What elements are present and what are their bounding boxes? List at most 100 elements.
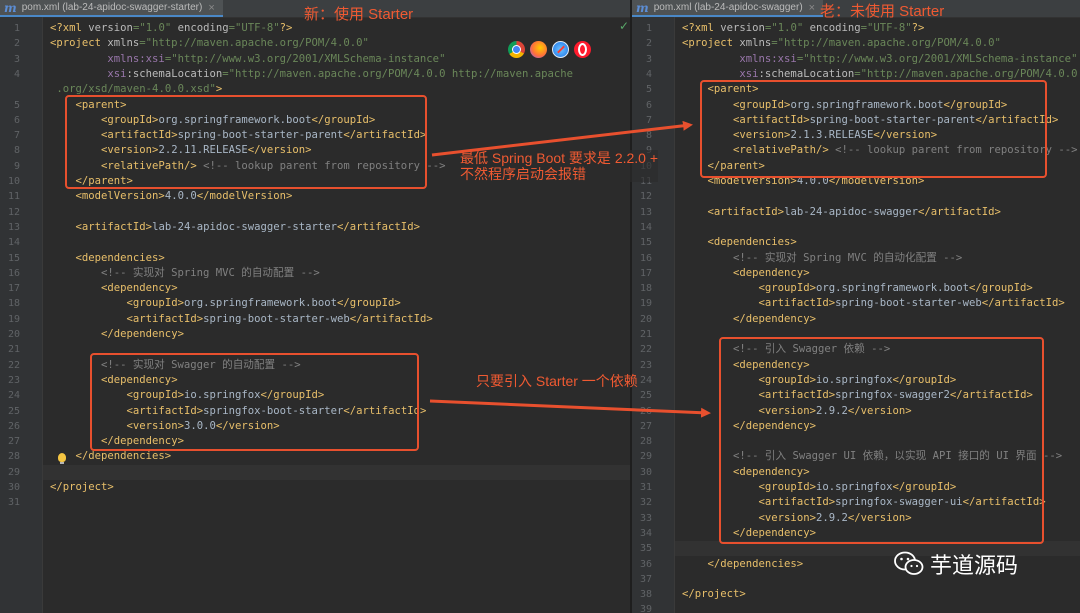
maven-file-icon: m <box>636 0 649 15</box>
code-line[interactable]: 14 <box>632 220 1080 235</box>
code-line[interactable]: 12 <box>632 189 1080 204</box>
line-number: 24 <box>7 390 20 402</box>
line-number: 34 <box>639 527 652 539</box>
line-number: 2 <box>13 38 20 50</box>
code-text: </dependency> <box>733 312 816 325</box>
editor-tab-left[interactable]: m pom.xml (lab-24-apidoc-swagger-starter… <box>0 0 223 17</box>
safari-icon[interactable] <box>552 41 569 58</box>
watermark: 芋道源码 <box>894 548 1018 580</box>
line-number <box>0 82 20 97</box>
line-number: 12 <box>7 206 20 218</box>
line-number: 5 <box>13 99 20 111</box>
code-line[interactable]: 15 <dependencies> <box>632 235 1080 250</box>
code-line[interactable]: 14 <box>0 235 631 250</box>
code-line[interactable]: 12 <box>0 205 631 220</box>
line-number: 22 <box>7 359 20 371</box>
line-number: 2 <box>645 38 652 50</box>
code-text: <?xml version="1.0" encoding="UTF-8"?> <box>50 22 293 34</box>
code-line[interactable]: 30 </project> <box>0 480 631 495</box>
code-text: </dependency> <box>101 328 184 340</box>
code-line[interactable]: 17 <dependency> <box>632 266 1080 281</box>
line-number: 29 <box>7 466 20 478</box>
code-line[interactable]: 18 <groupId>org.springframework.boot</gr… <box>632 281 1080 296</box>
line-number: 19 <box>639 298 652 310</box>
code-text: <!-- 实现对 Spring MVC 的自动化配置 --> <box>733 251 963 264</box>
line-number: 3 <box>645 53 652 65</box>
code-line[interactable]: 16 <!-- 实现对 Spring MVC 的自动配置 --> <box>0 266 631 281</box>
line-number: 36 <box>639 558 652 570</box>
code-line[interactable]: 13 <artifactId>lab-24-apidoc-swagger</ar… <box>632 205 1080 220</box>
line-number: 17 <box>7 283 20 295</box>
line-number: 26 <box>7 420 20 432</box>
code-line[interactable]: 11 <modelVersion>4.0.0</modelVersion> <box>0 189 631 204</box>
code-text: xmlns:xsi="http://www.w3.org/2001/XMLSch… <box>739 52 1078 65</box>
line-number: 17 <box>639 267 652 279</box>
code-line[interactable]: 16 <!-- 实现对 Spring MVC 的自动化配置 --> <box>632 251 1080 266</box>
editor-pane-left: m pom.xml (lab-24-apidoc-swagger-starter… <box>0 0 631 613</box>
line-number: 37 <box>639 573 652 585</box>
code-line[interactable]: 20 </dependency> <box>0 327 631 342</box>
line-number: 30 <box>639 466 652 478</box>
line-number: 20 <box>639 313 652 325</box>
line-number: 35 <box>639 543 652 555</box>
code-line[interactable]: 2 <project xmlns="http://maven.apache.org… <box>632 36 1080 51</box>
code-line[interactable]: 1 <?xml version="1.0" encoding="UTF-8"?> <box>632 21 1080 36</box>
line-number: 21 <box>639 329 652 340</box>
editor-tab-right[interactable]: m pom.xml (lab-24-apidoc-swagger) × <box>632 0 824 17</box>
chrome-icon[interactable] <box>508 41 525 58</box>
line-number: 32 <box>639 497 652 509</box>
code-text: <project xmlns="http://maven.apache.org/… <box>50 37 369 50</box>
line-number: 1 <box>13 23 20 34</box>
line-number: 31 <box>639 482 652 493</box>
annotation-starter-note: 只要引入 Starter 一个依赖 <box>476 373 638 389</box>
code-line[interactable]: 39 <box>632 602 1080 613</box>
wechat-icon <box>894 551 924 575</box>
code-line[interactable]: 4 xsi:schemaLocation="http://maven.apach… <box>0 67 631 82</box>
line-number: 20 <box>7 329 20 340</box>
firefox-icon[interactable] <box>530 41 547 58</box>
code-text: <artifactId>spring-boot-starter-web</art… <box>758 297 1065 310</box>
code-line[interactable]: 38 </project> <box>632 587 1080 602</box>
line-number: 23 <box>7 374 20 386</box>
lightbulb-icon[interactable] <box>58 453 66 464</box>
code-line[interactable]: 13 <artifactId>lab-24-apidoc-swagger-sta… <box>0 220 631 235</box>
highlight-box-parent-left <box>65 95 427 189</box>
line-number: 6 <box>13 114 20 126</box>
code-line[interactable]: 17 <dependency> <box>0 281 631 296</box>
line-number: 6 <box>645 99 652 111</box>
line-number: 28 <box>7 451 20 463</box>
close-icon[interactable]: × <box>809 2 815 14</box>
code-line[interactable]: 20 </dependency> <box>632 312 1080 327</box>
line-number: 33 <box>639 512 652 524</box>
code-line[interactable]: 15 <dependencies> <box>0 251 631 266</box>
code-line[interactable]: 19 <artifactId>spring-boot-starter-web</… <box>632 296 1080 311</box>
line-number: 13 <box>7 221 20 233</box>
line-number: 18 <box>7 298 20 310</box>
annotation-version-line2: 不然程序启动会报错 <box>460 166 586 182</box>
code-line[interactable]: 19 <artifactId>spring-boot-starter-web</… <box>0 312 631 327</box>
line-number: 4 <box>645 68 652 80</box>
code-line[interactable]: 3 xmlns:xsi="http://www.w3.org/2001/XMLS… <box>632 52 1080 67</box>
code-line[interactable]: 18 <groupId>org.springframework.boot</gr… <box>0 296 631 311</box>
close-icon[interactable]: × <box>208 2 214 14</box>
line-number: 14 <box>7 237 20 249</box>
code-text: </project> <box>50 481 114 493</box>
code-text: </project> <box>682 588 746 601</box>
line-number: 39 <box>639 604 652 613</box>
line-number: 16 <box>639 252 652 264</box>
code-text: <dependency> <box>733 266 810 279</box>
line-number: 11 <box>7 191 20 203</box>
code-line[interactable]: 29 <box>0 464 631 480</box>
opera-icon[interactable] <box>574 41 591 58</box>
code-text: <dependency> <box>101 282 178 295</box>
line-number: 29 <box>639 451 652 463</box>
highlight-box-swagger-right <box>719 337 1044 544</box>
code-text: <groupId>org.springframework.boot</group… <box>126 297 401 310</box>
line-number: 22 <box>639 344 652 356</box>
line-number: 38 <box>639 589 652 601</box>
line-number: 5 <box>645 84 652 96</box>
code-line[interactable]: 31 <box>0 495 631 510</box>
code-line[interactable]: 28 </dependencies> <box>0 449 631 464</box>
code-text: <groupId>org.springframework.boot</group… <box>758 282 1033 295</box>
code-text: <!-- 实现对 Spring MVC 的自动配置 --> <box>101 266 320 279</box>
